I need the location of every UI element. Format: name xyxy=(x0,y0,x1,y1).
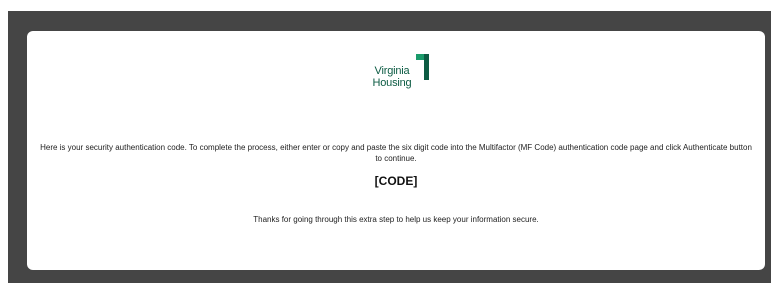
logo-text-line2: Housing xyxy=(372,77,412,89)
authentication-message: Here is your security authentication cod… xyxy=(40,143,752,163)
logo-mark-icon xyxy=(416,54,429,80)
logo-text-line1: Virginia xyxy=(374,65,410,77)
thanks-message: Thanks for going through this extra step… xyxy=(253,215,539,224)
virginia-housing-logo: Virginia Housing xyxy=(368,54,429,94)
page: Virginia Housing Here is your security a… xyxy=(0,0,771,283)
email-card: Virginia Housing Here is your security a… xyxy=(27,31,765,270)
security-code: [CODE] xyxy=(374,174,418,188)
